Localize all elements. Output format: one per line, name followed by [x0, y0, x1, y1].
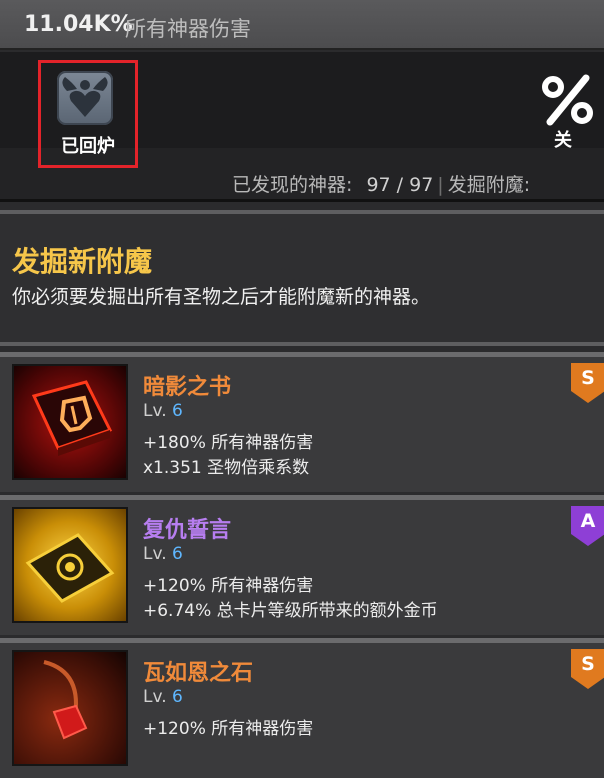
- salvage-label: 已回炉: [61, 136, 115, 157]
- rank-letter: S: [581, 653, 595, 675]
- shadow-book-icon: [12, 364, 128, 480]
- artifact-level: Lv. 6: [143, 544, 183, 564]
- rank-badge: S: [571, 363, 604, 403]
- enchant-notice: 发掘新附魔 你必须要发掘出所有圣物之后才能附魔新的神器。: [0, 210, 604, 346]
- discovery-stats: 已发现的神器: 97 / 97 | 发掘附魔:: [232, 170, 530, 197]
- enchant-title: 发掘新附魔: [12, 245, 153, 278]
- stats-divider: |: [437, 174, 444, 196]
- rank-badge: A: [571, 506, 604, 546]
- percent-icon[interactable]: [540, 74, 596, 126]
- level-value: 6: [172, 544, 183, 564]
- total-bonus-bar: 11.04K% 所有神器伤害: [0, 0, 604, 50]
- salvage-button[interactable]: 已回炉: [38, 60, 138, 168]
- artifact-effect-secondary: x1.351 圣物倍乘系数: [143, 458, 310, 478]
- enchant-label: 发掘附魔:: [447, 174, 531, 196]
- enchant-description: 你必须要发掘出所有圣物之后才能附魔新的神器。: [12, 286, 431, 308]
- artifact-card[interactable]: 瓦如恩之石 Lv. 6 +120% 所有神器伤害 S: [0, 638, 604, 778]
- artifact-effect-primary: +120% 所有神器伤害: [143, 576, 314, 596]
- level-value: 6: [172, 401, 183, 421]
- discovered-label: 已发现的神器:: [232, 174, 353, 196]
- artifact-name: 复仇誓言: [143, 518, 232, 543]
- heart-wings-icon: [57, 71, 113, 125]
- artifact-controls-panel: 已回炉 关 已发现的神器: 97 / 97 | 发掘附魔:: [0, 52, 604, 202]
- rank-letter: A: [580, 510, 596, 532]
- rank-badge: S: [571, 649, 604, 689]
- level-label: Lv.: [143, 544, 167, 564]
- red-stone-icon: [12, 650, 128, 766]
- artifact-card[interactable]: 复仇誓言 Lv. 6 +120% 所有神器伤害 +6.74% 总卡片等级所带来的…: [0, 495, 604, 635]
- artifact-name: 暗影之书: [143, 375, 232, 400]
- artifact-level: Lv. 6: [143, 687, 183, 707]
- artifact-card[interactable]: 暗影之书 Lv. 6 +180% 所有神器伤害 x1.351 圣物倍乘系数 S: [0, 352, 604, 492]
- artifact-level: Lv. 6: [143, 401, 183, 421]
- level-label: Lv.: [143, 687, 167, 707]
- bonus-value: 11.04K%: [24, 12, 133, 37]
- rank-letter: S: [581, 367, 595, 389]
- bonus-description: 所有神器伤害: [125, 17, 251, 41]
- artifact-effect-primary: +180% 所有神器伤害: [143, 433, 314, 453]
- level-label: Lv.: [143, 401, 167, 421]
- level-value: 6: [172, 687, 183, 707]
- artifact-name: 瓦如恩之石: [143, 661, 254, 686]
- artifact-effect-primary: +120% 所有神器伤害: [143, 719, 314, 739]
- artifact-effect-secondary: +6.74% 总卡片等级所带来的额外金币: [143, 601, 438, 621]
- golden-card-icon: [12, 507, 128, 623]
- discovered-count: 97 / 97: [366, 174, 434, 196]
- percent-toggle-label: 关: [554, 130, 572, 151]
